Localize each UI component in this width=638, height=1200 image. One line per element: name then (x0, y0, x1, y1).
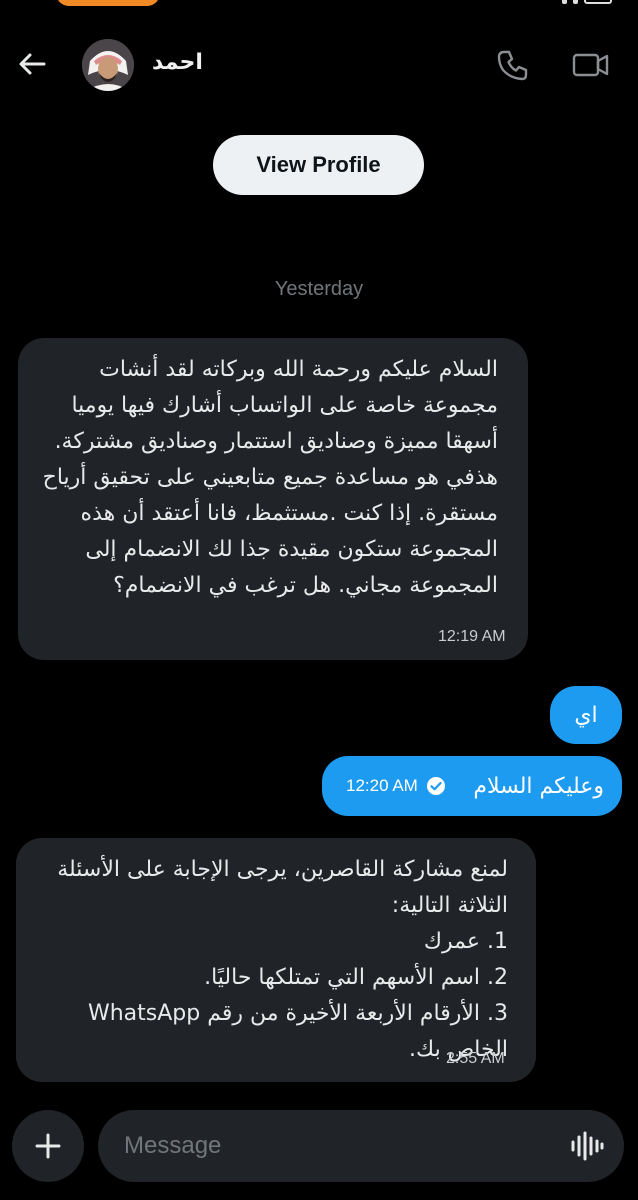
add-attachment-button[interactable] (12, 1110, 84, 1182)
message-line: 2. اسم الأسهم التي تمتلكها حاليًا. (204, 965, 508, 990)
arrow-left-icon (19, 53, 46, 75)
message-meta: 12:20 AM (346, 776, 446, 796)
status-bar-pill (56, 0, 160, 6)
video-call-button[interactable] (570, 46, 612, 84)
signal-icon (573, 0, 578, 4)
message-bubble-outgoing[interactable]: 12:20 AM وعليكم السلام (322, 756, 622, 816)
voice-call-button[interactable] (494, 46, 532, 84)
chat-header: احمد (0, 30, 638, 100)
message-line: 3. الأرقام الأربعة الأخيرة من رقم WhatsA… (87, 1001, 508, 1062)
waveform-icon (571, 1131, 604, 1161)
voice-message-button[interactable] (570, 1130, 604, 1162)
day-separator: Yesterday (274, 278, 364, 300)
status-bar-indicators (492, 0, 612, 6)
avatar[interactable] (82, 39, 134, 91)
video-camera-icon (572, 53, 609, 77)
message-timestamp: 12:20 AM (346, 776, 418, 795)
message-line: لمنع مشاركة القاصرين، يرجى الإجابة على ا… (57, 857, 508, 918)
contact-name[interactable]: احمد (152, 50, 203, 75)
message-bubble-incoming[interactable]: السلام عليكم ورحمة الله وبركاته لقد أنشا… (18, 338, 528, 660)
signal-icon (562, 0, 567, 4)
phone-icon (497, 50, 528, 81)
message-timestamp: 12:19 AM (438, 628, 506, 645)
view-profile-button[interactable]: View Profile (213, 135, 424, 195)
battery-icon (584, 0, 612, 4)
contact-photo (82, 39, 134, 91)
message-bubble-incoming[interactable]: لمنع مشاركة القاصرين، يرجى الإجابة على ا… (16, 838, 536, 1082)
message-bubble-outgoing[interactable]: اي (550, 686, 622, 744)
message-text: السلام عليكم ورحمة الله وبركاته لقد أنشا… (42, 357, 498, 598)
check-circle-icon (426, 777, 445, 795)
message-input-container (98, 1110, 624, 1182)
message-timestamp: 2:55 AM (446, 1050, 505, 1067)
message-line: 1. عمرك (423, 929, 508, 954)
message-text: وعليكم السلام (473, 773, 604, 799)
message-input[interactable] (124, 1110, 544, 1182)
plus-icon (35, 1133, 61, 1159)
back-button[interactable] (14, 46, 50, 82)
message-text: اي (574, 702, 598, 728)
message-composer (12, 1110, 624, 1182)
